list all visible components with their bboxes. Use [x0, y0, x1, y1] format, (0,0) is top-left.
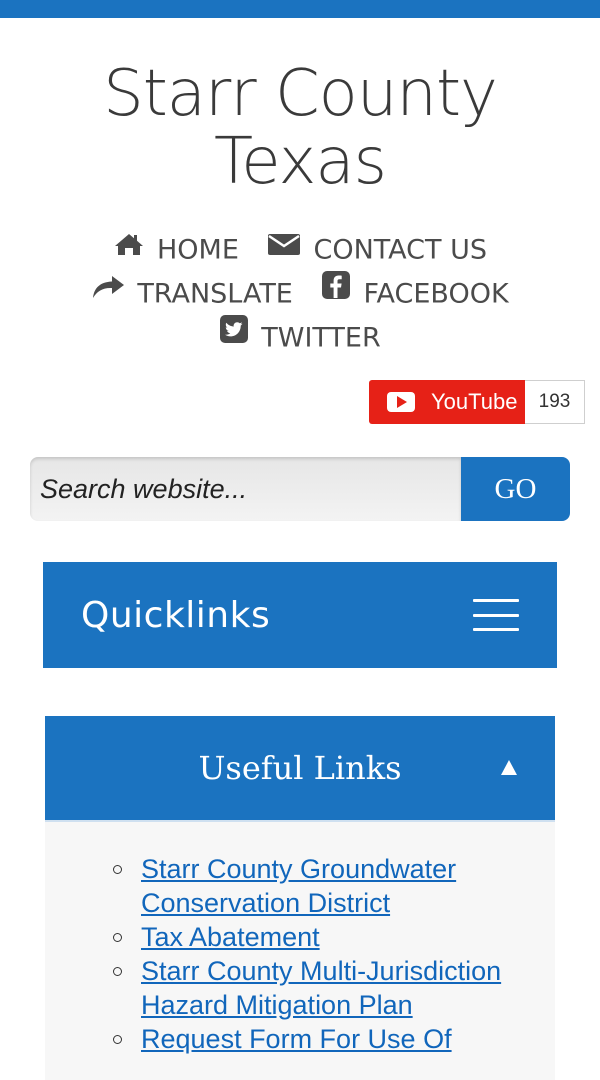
- list-item: Starr County Groundwater Conservation Di…: [113, 852, 555, 920]
- nav-facebook[interactable]: FACEBOOK: [321, 270, 509, 317]
- share-arrow-icon: [91, 270, 125, 314]
- nav-facebook-label: FACEBOOK: [363, 278, 509, 310]
- home-icon: [113, 226, 145, 270]
- search-form: GO: [30, 457, 570, 521]
- list-item: Starr County Multi-Jurisdiction Hazard M…: [113, 954, 555, 1022]
- envelope-icon: [267, 226, 301, 270]
- useful-links-title: Useful Links: [198, 749, 402, 787]
- youtube-label: YouTube: [431, 389, 518, 414]
- useful-links-list: Starr County Groundwater Conservation Di…: [45, 852, 555, 1056]
- link-request-form[interactable]: Request Form For Use Of: [141, 1024, 452, 1054]
- hamburger-menu-icon[interactable]: [473, 599, 519, 631]
- link-hazard-mitigation-plan[interactable]: Starr County Multi-Jurisdiction Hazard M…: [141, 956, 501, 1020]
- site-title-line2: Texas: [214, 125, 387, 199]
- useful-links-panel: Useful Links Starr County Groundwater Co…: [45, 716, 555, 1080]
- youtube-play-icon: [387, 392, 415, 412]
- nav-twitter-label: TWITTER: [261, 322, 381, 354]
- list-item: Request Form For Use Of: [113, 1022, 555, 1056]
- nav-translate[interactable]: TRANSLATE: [91, 272, 293, 317]
- main-nav: HOME CONTACT US TRANSLATE FACEBOOK TWITT…: [0, 228, 600, 360]
- nav-twitter[interactable]: TWITTER: [219, 314, 381, 361]
- useful-links-header[interactable]: Useful Links: [45, 716, 555, 820]
- youtube-subscriber-count: 193: [525, 380, 585, 424]
- nav-home[interactable]: HOME: [113, 228, 239, 273]
- nav-home-label: HOME: [156, 234, 239, 266]
- nav-translate-label: TRANSLATE: [137, 278, 293, 310]
- facebook-icon: [321, 270, 351, 314]
- collapse-triangle-icon[interactable]: [501, 760, 517, 775]
- site-title-line1: Starr County: [103, 57, 498, 131]
- link-groundwater-district[interactable]: Starr County Groundwater Conservation Di…: [141, 854, 456, 918]
- list-item: Tax Abatement: [113, 920, 555, 954]
- search-go-button[interactable]: GO: [461, 457, 570, 521]
- useful-links-list-container: Starr County Groundwater Conservation Di…: [45, 820, 555, 1080]
- youtube-button[interactable]: YouTube: [369, 380, 525, 424]
- youtube-subscribe[interactable]: YouTube 193: [369, 380, 585, 424]
- nav-contact[interactable]: CONTACT US: [267, 228, 487, 273]
- quicklinks-bar[interactable]: Quicklinks: [43, 562, 557, 668]
- search-input[interactable]: [30, 457, 461, 521]
- nav-contact-label: CONTACT US: [313, 234, 488, 266]
- site-title[interactable]: Starr County Texas: [0, 60, 600, 196]
- link-tax-abatement[interactable]: Tax Abatement: [141, 922, 320, 952]
- twitter-icon: [219, 314, 249, 358]
- quicklinks-title: Quicklinks: [81, 594, 271, 636]
- top-bar: [0, 0, 600, 18]
